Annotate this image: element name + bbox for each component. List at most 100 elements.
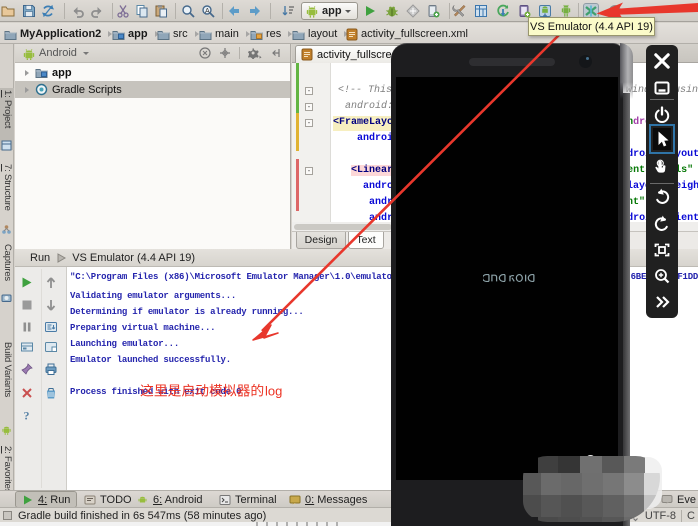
emulator-power-button[interactable]: [653, 104, 671, 126]
breadcrumb-item[interactable]: layout: [292, 26, 350, 42]
fold-marker[interactable]: -: [305, 87, 313, 95]
replace-button[interactable]: A: [201, 4, 215, 18]
emulator-rotate-left-button[interactable]: [653, 186, 671, 208]
console-scroll-to-end-button[interactable]: [44, 320, 58, 334]
design-tab[interactable]: Design: [296, 232, 346, 249]
toolwindow-tab-run[interactable]: 4: Run: [16, 492, 76, 507]
cursor-icon: [653, 130, 671, 148]
breadcrumb-item[interactable]: res: [250, 26, 294, 42]
forward-button[interactable]: [248, 4, 262, 18]
run-config-name: VS Emulator (4.4 API 19): [72, 252, 195, 264]
open-button[interactable]: [1, 4, 15, 18]
toolwindow-tab-terminal[interactable]: Terminal: [213, 492, 283, 507]
help-button[interactable]: ?: [608, 4, 622, 18]
device-monitor: [517, 4, 531, 18]
console-help-button[interactable]: ?: [20, 408, 34, 422]
vcs-marker: [296, 159, 299, 211]
project-structure-button[interactable]: [474, 4, 488, 18]
breadcrumb-item[interactable]: MyApplication2: [4, 26, 114, 42]
hscrollbar-thumb[interactable]: [294, 224, 392, 230]
back-button[interactable]: [227, 4, 241, 18]
tree-row-gradle-scripts[interactable]: Gradle Scripts: [15, 81, 290, 98]
scroll-to-end-icon: [44, 320, 58, 334]
stripe-tab-icon: [1, 424, 12, 436]
emulator-fit-to-screen-button[interactable]: [653, 239, 671, 261]
run-config-chooser[interactable]: app: [301, 2, 358, 20]
toolwindow-tab-android[interactable]: 6: Android: [131, 492, 209, 507]
save-button[interactable]: [22, 4, 36, 18]
breadcrumb-item[interactable]: src: [157, 26, 201, 42]
copy-button[interactable]: [135, 4, 149, 18]
console-close-button[interactable]: [20, 386, 34, 400]
emulator-close-button[interactable]: [653, 50, 671, 72]
attach-debugger-button[interactable]: [426, 4, 440, 18]
sort-button[interactable]: [281, 4, 295, 18]
stripe-tab-label: 2: Favorites: [2, 446, 13, 493]
console-up-button[interactable]: [44, 276, 58, 290]
fold-marker[interactable]: -: [305, 167, 313, 175]
editor-gutter: - - - -: [292, 63, 331, 230]
console-clear-button[interactable]: [44, 386, 58, 400]
console-rerun-button[interactable]: [20, 276, 34, 290]
redo-button[interactable]: [90, 4, 104, 18]
console-soft-wrap-button[interactable]: [44, 340, 58, 354]
toolbar-separator: [175, 3, 176, 19]
device-monitor-button[interactable]: [517, 4, 531, 18]
coverage-button[interactable]: [406, 4, 420, 18]
gradle-sync-button[interactable]: [496, 4, 510, 18]
stripe-toggle-icon[interactable]: [3, 511, 12, 520]
emulator-cursor-button[interactable]: [653, 128, 671, 150]
find-button[interactable]: [181, 4, 195, 18]
close-icon: [653, 52, 671, 70]
console-line[interactable]: Determining if emulator is already runni…: [70, 307, 304, 317]
terminal-tab-icon: [219, 494, 231, 506]
sdk-manager-button[interactable]: [559, 4, 573, 18]
cut-button[interactable]: [116, 4, 130, 18]
emulator-more-button[interactable]: [653, 291, 671, 313]
vs-emulator-window[interactable]: android: [391, 43, 633, 526]
emulator-hand-button[interactable]: [653, 157, 671, 179]
console-pause-button[interactable]: [20, 320, 34, 334]
paste-button[interactable]: [154, 4, 168, 18]
tools-button[interactable]: [452, 4, 466, 18]
console-down-button[interactable]: [44, 298, 58, 312]
breadcrumb-item[interactable]: main: [199, 26, 252, 42]
stripe-tab[interactable]: 7: Structure: [0, 162, 14, 222]
breadcrumb-item[interactable]: app: [112, 26, 161, 42]
fold-marker[interactable]: -: [305, 119, 313, 127]
avd-manager: [538, 4, 552, 18]
console-stop-button[interactable]: [20, 298, 34, 312]
undo-button[interactable]: [71, 4, 85, 18]
emulator-minimize-button[interactable]: [653, 77, 671, 99]
stripe-tab[interactable]: Build Variants: [0, 340, 14, 422]
emulator-rotate-right-button[interactable]: [653, 213, 671, 235]
editor-tab[interactable]: activity_fullscree: [295, 45, 406, 63]
structure-stripe-icon: [1, 224, 12, 235]
event-log-button[interactable]: Eve: [661, 492, 696, 507]
console-line[interactable]: Emulator launched successfully.: [70, 355, 231, 365]
forward: [248, 4, 262, 18]
console-print-button[interactable]: [44, 362, 58, 376]
console-line[interactable]: Preparing virtual machine...: [70, 323, 215, 333]
console-restore-layout-button[interactable]: [20, 340, 34, 354]
text-tab[interactable]: Text: [348, 232, 384, 249]
gradle-icon: [35, 83, 48, 96]
debug-button[interactable]: [385, 4, 399, 18]
run-button[interactable]: [363, 4, 377, 18]
console-line[interactable]: Launching emulator...: [70, 339, 179, 349]
todo-tab-icon: [84, 494, 96, 506]
project-view-selector[interactable]: Android: [39, 47, 77, 59]
toolwindow-tab-todo[interactable]: TODO: [78, 492, 138, 507]
status-message[interactable]: Gradle build finished in 6s 547ms (58 mi…: [18, 510, 266, 522]
sync-button[interactable]: [41, 4, 55, 18]
tree-label: app: [52, 67, 72, 79]
console-line[interactable]: Validating emulator arguments...: [70, 291, 236, 301]
tree-row-app[interactable]: app: [15, 64, 290, 81]
avd-manager-button[interactable]: [538, 4, 552, 18]
fold-marker[interactable]: -: [305, 103, 313, 111]
emulator-zoom-button[interactable]: [653, 265, 671, 287]
breadcrumb-item[interactable]: activity_fullscreen.xml: [346, 26, 468, 42]
console-pin-button[interactable]: [20, 362, 34, 376]
stripe-tab[interactable]: Captures: [0, 242, 14, 290]
toolwindow-tab-messages[interactable]: 0: Messages: [283, 492, 373, 507]
